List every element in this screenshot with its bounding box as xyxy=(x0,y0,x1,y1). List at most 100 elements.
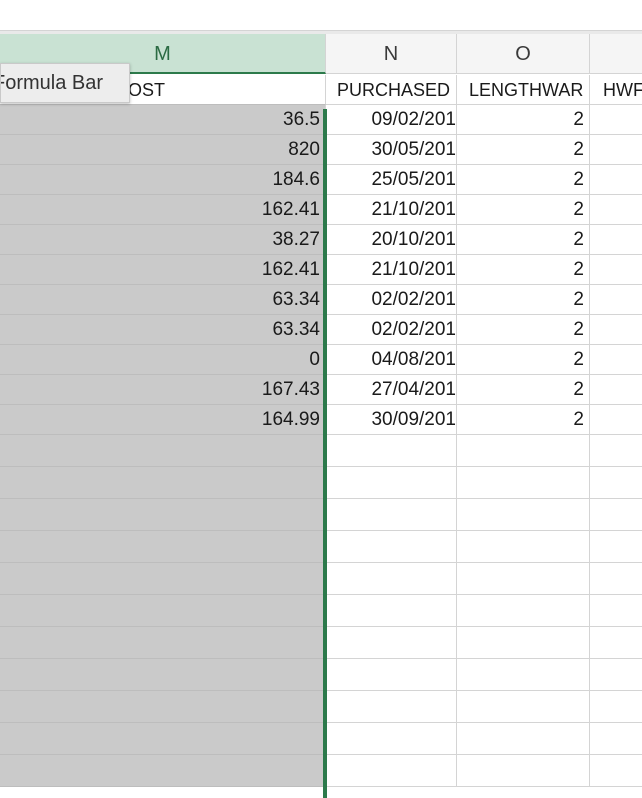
cell-p[interactable] xyxy=(590,135,642,165)
empty-cell-o[interactable] xyxy=(457,563,590,595)
empty-cell-p[interactable] xyxy=(590,595,642,627)
empty-cell-p[interactable] xyxy=(590,435,642,467)
cell-o[interactable]: 2 xyxy=(457,165,590,195)
cell-m[interactable]: 38.27 xyxy=(0,225,326,255)
column-header-o[interactable]: O xyxy=(457,34,590,74)
empty-cell-m[interactable] xyxy=(0,467,326,499)
cell-n[interactable]: 20/10/201 xyxy=(326,225,457,255)
empty-cell-o[interactable] xyxy=(457,435,590,467)
empty-cell-m[interactable] xyxy=(0,755,326,787)
cell-m[interactable]: 164.99 xyxy=(0,405,326,435)
column-header-n[interactable]: N xyxy=(326,34,457,74)
cell-o[interactable]: 2 xyxy=(457,315,590,345)
empty-cell-o[interactable] xyxy=(457,723,590,755)
cell-o[interactable]: 2 xyxy=(457,255,590,285)
cell-o[interactable]: 2 xyxy=(457,375,590,405)
empty-cell-o[interactable] xyxy=(457,627,590,659)
empty-cell-n[interactable] xyxy=(326,467,457,499)
cell-n[interactable]: 27/04/201 xyxy=(326,375,457,405)
cell-o[interactable]: 2 xyxy=(457,105,590,135)
empty-cell-o[interactable] xyxy=(457,467,590,499)
empty-cell-m[interactable] xyxy=(0,435,326,467)
cell-header-purchased[interactable]: PURCHASED xyxy=(326,75,457,105)
cell-header-lengthwar[interactable]: LENGTHWAR xyxy=(457,75,590,105)
empty-cell-n[interactable] xyxy=(326,723,457,755)
cell-p[interactable] xyxy=(590,405,642,435)
cell-p[interactable] xyxy=(590,315,642,345)
cell-n[interactable]: 21/10/201 xyxy=(326,255,457,285)
empty-cell-o[interactable] xyxy=(457,755,590,787)
empty-cell-m[interactable] xyxy=(0,691,326,723)
cell-n[interactable]: 02/02/201 xyxy=(326,285,457,315)
empty-cell-m[interactable] xyxy=(0,531,326,563)
empty-cell-n[interactable] xyxy=(326,563,457,595)
cell-p[interactable] xyxy=(590,255,642,285)
table-row: 38.27 20/10/201 2 xyxy=(0,225,642,255)
cell-n[interactable]: 30/05/201 xyxy=(326,135,457,165)
empty-cell-o[interactable] xyxy=(457,499,590,531)
cell-header-hwf[interactable]: HWF xyxy=(590,75,642,105)
empty-cell-o[interactable] xyxy=(457,691,590,723)
empty-cell-m[interactable] xyxy=(0,499,326,531)
table-row: 162.41 21/10/201 2 xyxy=(0,255,642,285)
cell-p[interactable] xyxy=(590,105,642,135)
empty-cell-n[interactable] xyxy=(326,659,457,691)
cell-m[interactable]: 0 xyxy=(0,345,326,375)
cell-o[interactable]: 2 xyxy=(457,225,590,255)
empty-cell-m[interactable] xyxy=(0,659,326,691)
cell-n[interactable]: 25/05/201 xyxy=(326,165,457,195)
empty-row xyxy=(0,499,642,531)
cell-n[interactable]: 30/09/201 xyxy=(326,405,457,435)
empty-cell-m[interactable] xyxy=(0,595,326,627)
cell-p[interactable] xyxy=(590,225,642,255)
cell-p[interactable] xyxy=(590,345,642,375)
cell-m[interactable]: 162.41 xyxy=(0,195,326,225)
empty-cell-n[interactable] xyxy=(326,435,457,467)
cell-m[interactable]: 184.6 xyxy=(0,165,326,195)
cell-m[interactable]: 36.5 xyxy=(0,105,326,135)
empty-cell-n[interactable] xyxy=(326,627,457,659)
empty-cell-n[interactable] xyxy=(326,595,457,627)
empty-cell-m[interactable] xyxy=(0,563,326,595)
empty-cell-p[interactable] xyxy=(590,723,642,755)
empty-cell-o[interactable] xyxy=(457,659,590,691)
cell-p[interactable] xyxy=(590,195,642,225)
cell-m[interactable]: 820 xyxy=(0,135,326,165)
empty-cell-p[interactable] xyxy=(590,627,642,659)
empty-cell-m[interactable] xyxy=(0,627,326,659)
cell-p[interactable] xyxy=(590,375,642,405)
empty-cell-p[interactable] xyxy=(590,467,642,499)
cell-m[interactable]: 162.41 xyxy=(0,255,326,285)
empty-cell-p[interactable] xyxy=(590,531,642,563)
cell-m[interactable]: 167.43 xyxy=(0,375,326,405)
column-header-p[interactable] xyxy=(590,34,642,74)
table-row: 0 04/08/201 2 xyxy=(0,345,642,375)
table-row: 63.34 02/02/201 2 xyxy=(0,315,642,345)
empty-cell-p[interactable] xyxy=(590,691,642,723)
cell-o[interactable]: 2 xyxy=(457,405,590,435)
cell-o[interactable]: 2 xyxy=(457,285,590,315)
cell-m[interactable]: 63.34 xyxy=(0,285,326,315)
empty-cell-p[interactable] xyxy=(590,563,642,595)
cell-m[interactable]: 63.34 xyxy=(0,315,326,345)
cell-n[interactable]: 09/02/201 xyxy=(326,105,457,135)
empty-cell-n[interactable] xyxy=(326,531,457,563)
empty-cell-n[interactable] xyxy=(326,499,457,531)
cell-o[interactable]: 2 xyxy=(457,345,590,375)
empty-cell-p[interactable] xyxy=(590,499,642,531)
empty-cell-m[interactable] xyxy=(0,723,326,755)
cell-o[interactable]: 2 xyxy=(457,195,590,225)
cell-o[interactable]: 2 xyxy=(457,135,590,165)
empty-cell-n[interactable] xyxy=(326,691,457,723)
cell-n[interactable]: 02/02/201 xyxy=(326,315,457,345)
cell-n[interactable]: 04/08/201 xyxy=(326,345,457,375)
empty-cell-o[interactable] xyxy=(457,595,590,627)
empty-row xyxy=(0,531,642,563)
cell-n[interactable]: 21/10/201 xyxy=(326,195,457,225)
empty-cell-p[interactable] xyxy=(590,755,642,787)
empty-cell-o[interactable] xyxy=(457,531,590,563)
cell-p[interactable] xyxy=(590,285,642,315)
empty-cell-p[interactable] xyxy=(590,659,642,691)
cell-p[interactable] xyxy=(590,165,642,195)
empty-cell-n[interactable] xyxy=(326,755,457,787)
